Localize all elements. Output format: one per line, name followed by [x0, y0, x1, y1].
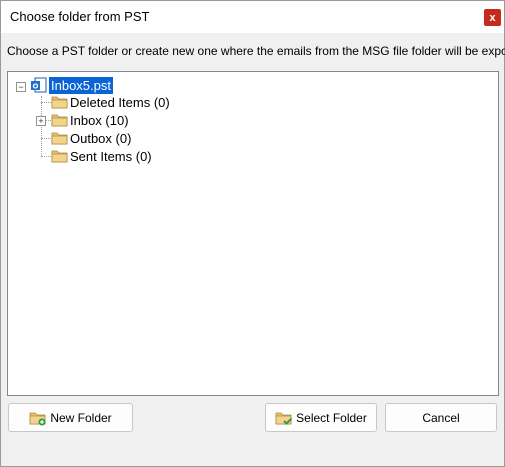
dialog-title: Choose folder from PST: [10, 9, 150, 24]
tree-item-deleted-items[interactable]: Deleted Items (0): [70, 95, 170, 110]
folder-icon: [51, 114, 68, 127]
new-folder-label: New Folder: [50, 410, 112, 425]
title-bar[interactable]: Choose folder from PST x: [1, 1, 504, 33]
tree-root-label[interactable]: Inbox5.pst: [49, 77, 113, 94]
cancel-button[interactable]: Cancel: [385, 403, 497, 432]
instruction-text: Choose a PST folder or create new one wh…: [7, 44, 505, 58]
tree-item-outbox[interactable]: Outbox (0): [70, 131, 131, 146]
choose-folder-dialog: Choose folder from PST x Choose a PST fo…: [0, 0, 505, 467]
tree-connector: [41, 156, 51, 157]
tree-item-sent-items[interactable]: Sent Items (0): [70, 149, 152, 164]
folder-icon: [51, 132, 68, 145]
tree-item-inbox[interactable]: Inbox (10): [70, 113, 129, 128]
close-button[interactable]: x: [484, 9, 501, 26]
select-folder-label: Select Folder: [296, 410, 367, 425]
cancel-label: Cancel: [422, 410, 460, 425]
tree-connector: [41, 96, 42, 156]
tree-connector: [41, 102, 51, 103]
tree-connector: [41, 138, 51, 139]
expand-toggle[interactable]: +: [36, 116, 46, 126]
select-folder-button[interactable]: Select Folder: [265, 403, 377, 432]
pst-file-icon: O: [31, 77, 47, 93]
new-folder-icon: [29, 412, 46, 425]
select-folder-icon: [275, 412, 293, 425]
folder-icon: [51, 150, 68, 163]
folder-tree[interactable]: − O Inbox5.pst Deleted Items (0) + Inbox…: [7, 71, 499, 396]
collapse-toggle[interactable]: −: [16, 82, 26, 92]
svg-text:O: O: [33, 83, 39, 91]
new-folder-button[interactable]: New Folder: [8, 403, 133, 432]
folder-icon: [51, 96, 68, 109]
